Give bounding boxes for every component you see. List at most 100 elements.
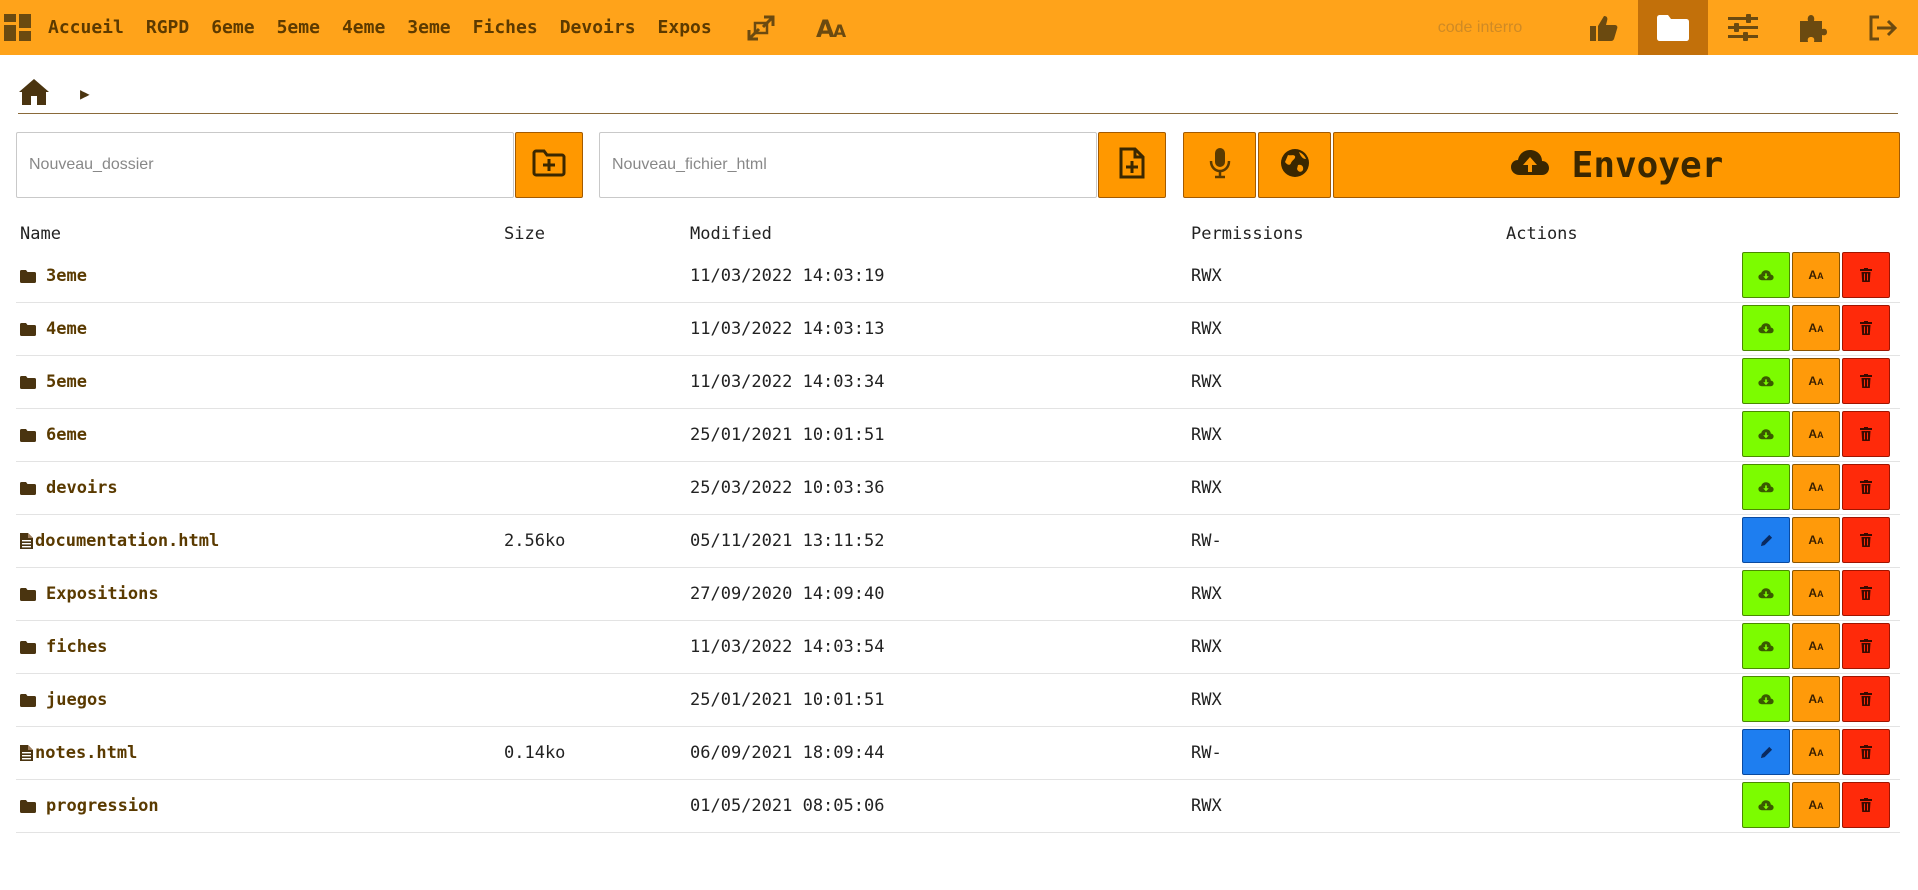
- globe-button[interactable]: [1258, 132, 1331, 198]
- thumbs-up-icon[interactable]: [1568, 0, 1638, 55]
- nav-rgpd[interactable]: RGPD: [146, 17, 189, 38]
- rename-button[interactable]: AA: [1792, 305, 1840, 351]
- home-icon[interactable]: [18, 78, 50, 110]
- row-name[interactable]: Expositions: [20, 584, 159, 604]
- rename-button[interactable]: AA: [1792, 358, 1840, 404]
- delete-button[interactable]: [1842, 358, 1890, 404]
- font-rename-icon: AA: [1808, 639, 1824, 653]
- nav-devoirs[interactable]: Devoirs: [560, 17, 636, 38]
- row-name[interactable]: progression: [20, 796, 159, 816]
- row-name[interactable]: documentation.html: [20, 531, 219, 551]
- row-name-label[interactable]: notes.html: [35, 743, 137, 763]
- create-folder-button[interactable]: [515, 132, 583, 198]
- delete-button[interactable]: [1842, 729, 1890, 775]
- row-permissions: RWX: [1191, 584, 1222, 604]
- row-name[interactable]: 5eme: [20, 372, 87, 392]
- rename-button[interactable]: AA: [1792, 517, 1840, 563]
- puzzle-icon[interactable]: [1778, 0, 1848, 55]
- font-size-icon[interactable]: A A: [816, 16, 850, 40]
- table-row[interactable]: 3eme 11/03/2022 14:03:19 RWX AA: [16, 250, 1900, 303]
- delete-button[interactable]: [1842, 411, 1890, 457]
- row-name[interactable]: juegos: [20, 690, 107, 710]
- table-row[interactable]: 6eme 25/01/2021 10:01:51 RWX AA: [16, 409, 1900, 462]
- delete-button[interactable]: [1842, 676, 1890, 722]
- table-row[interactable]: notes.html 0.14ko 06/09/2021 18:09:44 RW- AA: [16, 727, 1900, 780]
- row-name[interactable]: fiches: [20, 637, 107, 657]
- new-html-file-input[interactable]: [599, 132, 1097, 198]
- sliders-icon[interactable]: [1708, 0, 1778, 55]
- delete-button[interactable]: [1842, 782, 1890, 828]
- table-row[interactable]: 4eme 11/03/2022 14:03:13 RWX AA: [16, 303, 1900, 356]
- delete-button[interactable]: [1842, 252, 1890, 298]
- delete-button[interactable]: [1842, 517, 1890, 563]
- download-button[interactable]: [1742, 252, 1790, 298]
- row-name[interactable]: notes.html: [20, 743, 137, 763]
- rename-button[interactable]: AA: [1792, 729, 1840, 775]
- delete-button[interactable]: [1842, 570, 1890, 616]
- row-name-label[interactable]: documentation.html: [35, 531, 219, 551]
- row-name[interactable]: 6eme: [20, 425, 87, 445]
- download-button[interactable]: [1742, 411, 1790, 457]
- rename-button[interactable]: AA: [1792, 676, 1840, 722]
- microphone-button[interactable]: [1183, 132, 1256, 198]
- nav-6eme[interactable]: 6eme: [211, 17, 254, 38]
- grid-logo-icon[interactable]: [2, 12, 34, 44]
- table-row[interactable]: documentation.html 2.56ko 05/11/2021 13:11…: [16, 515, 1900, 568]
- nav-expos[interactable]: Expos: [658, 17, 712, 38]
- row-name-label[interactable]: 4eme: [46, 319, 87, 339]
- header-name[interactable]: Name: [20, 224, 61, 244]
- nav-5eme[interactable]: 5eme: [277, 17, 320, 38]
- table-row[interactable]: juegos 25/01/2021 10:01:51 RWX AA: [16, 674, 1900, 727]
- row-name-label[interactable]: devoirs: [46, 478, 118, 498]
- row-name-label[interactable]: 6eme: [46, 425, 87, 445]
- table-row[interactable]: fiches 11/03/2022 14:03:54 RWX AA: [16, 621, 1900, 674]
- download-button[interactable]: [1742, 623, 1790, 669]
- new-folder-input[interactable]: [16, 132, 514, 198]
- table-row[interactable]: Expositions 27/09/2020 14:09:40 RWX AA: [16, 568, 1900, 621]
- header-permissions[interactable]: Permissions: [1191, 224, 1304, 244]
- table-row[interactable]: 5eme 11/03/2022 14:03:34 RWX AA: [16, 356, 1900, 409]
- header-modified[interactable]: Modified: [690, 224, 772, 244]
- rename-button[interactable]: AA: [1792, 623, 1840, 669]
- table-row[interactable]: progression 01/05/2021 08:05:06 RWX AA: [16, 780, 1900, 833]
- row-name[interactable]: 3eme: [20, 266, 87, 286]
- edit-button[interactable]: [1742, 729, 1790, 775]
- nav-fiches[interactable]: Fiches: [473, 17, 538, 38]
- row-name-label[interactable]: fiches: [46, 637, 107, 657]
- pencil-icon: [1760, 534, 1773, 547]
- delete-button[interactable]: [1842, 305, 1890, 351]
- rename-button[interactable]: AA: [1792, 782, 1840, 828]
- delete-button[interactable]: [1842, 464, 1890, 510]
- download-button[interactable]: [1742, 464, 1790, 510]
- rename-button[interactable]: AA: [1792, 252, 1840, 298]
- row-name[interactable]: devoirs: [20, 478, 118, 498]
- rename-button[interactable]: AA: [1792, 570, 1840, 616]
- row-name-label[interactable]: progression: [46, 796, 159, 816]
- row-name[interactable]: 4eme: [20, 319, 87, 339]
- expand-arrows-icon[interactable]: [746, 14, 776, 42]
- row-name-label[interactable]: juegos: [46, 690, 107, 710]
- row-name-label[interactable]: Expositions: [46, 584, 159, 604]
- sign-out-icon[interactable]: [1848, 0, 1918, 55]
- delete-button[interactable]: [1842, 623, 1890, 669]
- nav-4eme[interactable]: 4eme: [342, 17, 385, 38]
- nav-accueil[interactable]: Accueil: [48, 17, 124, 38]
- rename-button[interactable]: AA: [1792, 464, 1840, 510]
- code-interro-input[interactable]: [1400, 10, 1560, 45]
- download-button[interactable]: [1742, 570, 1790, 616]
- row-name-label[interactable]: 5eme: [46, 372, 87, 392]
- download-button[interactable]: [1742, 782, 1790, 828]
- download-button[interactable]: [1742, 305, 1790, 351]
- download-button[interactable]: [1742, 358, 1790, 404]
- row-name-label[interactable]: 3eme: [46, 266, 87, 286]
- nav-3eme[interactable]: 3eme: [407, 17, 450, 38]
- file-icon: [20, 533, 33, 549]
- edit-button[interactable]: [1742, 517, 1790, 563]
- download-button[interactable]: [1742, 676, 1790, 722]
- upload-button[interactable]: Envoyer: [1333, 132, 1900, 198]
- rename-button[interactable]: AA: [1792, 411, 1840, 457]
- folder-icon[interactable]: [1638, 0, 1708, 55]
- header-size[interactable]: Size: [504, 224, 545, 244]
- table-row[interactable]: devoirs 25/03/2022 10:03:36 RWX AA: [16, 462, 1900, 515]
- create-file-button[interactable]: [1098, 132, 1166, 198]
